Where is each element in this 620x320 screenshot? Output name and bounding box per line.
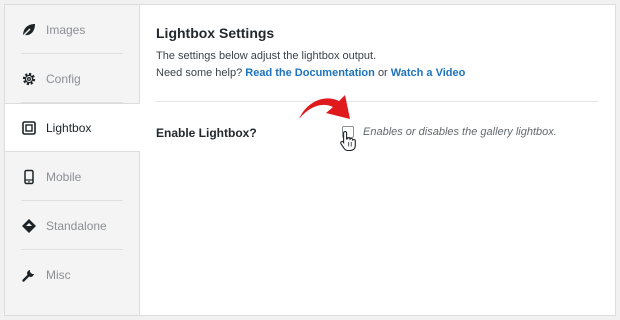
help-prefix: Need some help? — [156, 67, 243, 79]
sidebar-item-config[interactable]: Config — [5, 54, 139, 103]
enable-lightbox-help: Enables or disables the gallery lightbox… — [363, 126, 557, 138]
wrench-icon — [21, 267, 37, 283]
gear-icon — [21, 71, 37, 87]
sidebar-item-label: Images — [46, 22, 86, 37]
sidebar-item-misc[interactable]: Misc — [5, 250, 139, 299]
sidebar-item-lightbox[interactable]: Lightbox — [5, 103, 140, 152]
hand-pointer-icon — [340, 130, 356, 152]
section-divider — [156, 101, 598, 102]
leaf-icon — [21, 22, 37, 38]
or-text: or — [377, 67, 388, 79]
watch-video-link[interactable]: Watch a Video — [391, 67, 466, 79]
sidebar-item-label: Lightbox — [46, 120, 92, 135]
curved-arrow-icon — [299, 95, 350, 119]
lightbox-icon — [21, 120, 37, 136]
settings-sidebar: Images Config Lightbox Mobile Standalone… — [5, 5, 140, 315]
sidebar-item-images[interactable]: Images — [5, 5, 139, 54]
page-title: Lightbox Settings — [156, 25, 275, 41]
sidebar-item-label: Mobile — [46, 169, 82, 184]
help-text: Need some help? Read the Documentation o… — [156, 67, 465, 79]
sidebar-item-label: Config — [46, 71, 81, 86]
enable-lightbox-label: Enable Lightbox? — [156, 126, 257, 140]
sidebar-item-mobile[interactable]: Mobile — [5, 152, 139, 201]
sidebar-item-label: Standalone — [46, 218, 107, 233]
standalone-icon — [21, 218, 37, 234]
settings-panel: Images Config Lightbox Mobile Standalone… — [4, 4, 616, 316]
documentation-link[interactable]: Read the Documentation — [245, 67, 375, 79]
sidebar-item-label: Misc — [46, 267, 71, 282]
mobile-icon — [21, 169, 37, 185]
sidebar-item-standalone[interactable]: Standalone — [5, 201, 139, 250]
settings-description: The settings below adjust the lightbox o… — [156, 50, 377, 62]
